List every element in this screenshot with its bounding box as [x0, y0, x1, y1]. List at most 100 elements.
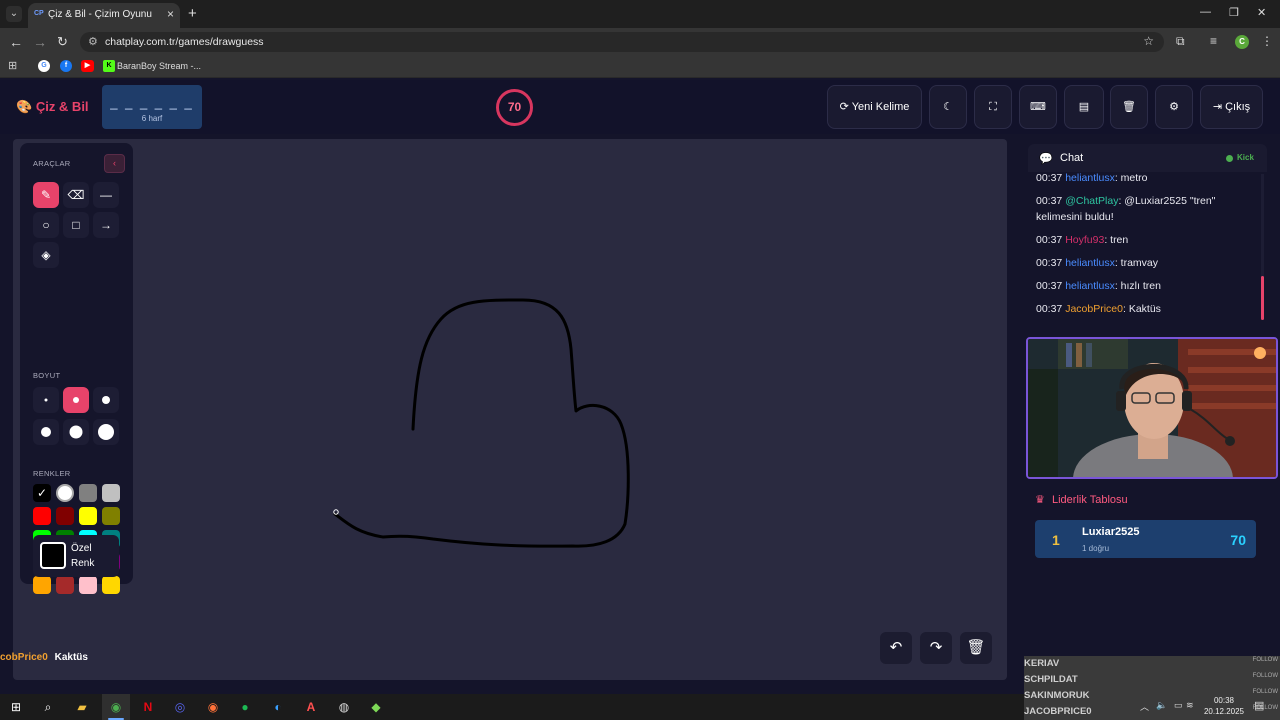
color-swatch[interactable] [102, 507, 120, 525]
size-2[interactable] [63, 387, 89, 413]
back-icon[interactable]: ← [9, 34, 23, 50]
close-tab-icon[interactable]: × [167, 7, 174, 21]
forward-icon[interactable]: → [33, 34, 47, 50]
network-icon[interactable]: ▭ [1174, 700, 1183, 711]
undo-button[interactable]: ↶ [880, 632, 912, 664]
archive-button[interactable]: ▤ [1064, 85, 1104, 129]
chat-scroll-thumb[interactable] [1261, 276, 1264, 320]
extensions-icon[interactable]: ⧉ [1176, 34, 1185, 49]
message-user[interactable]: JacobPrice0 [1065, 303, 1123, 315]
clear-canvas-button[interactable]: 🗑 [960, 632, 992, 664]
color-swatch[interactable] [102, 576, 120, 594]
tab-list-icon[interactable]: ⌄ [6, 6, 22, 22]
color-swatch[interactable] [33, 576, 51, 594]
message-user[interactable]: @ChatPlay [1065, 195, 1118, 207]
drawing-canvas[interactable] [13, 139, 1007, 680]
overlay-text: Kaktüs [54, 652, 88, 663]
message-user[interactable]: heliantlusx [1065, 172, 1115, 184]
kick-icon[interactable]: K [103, 60, 115, 72]
bookmark-star-icon[interactable]: ☆ [1143, 34, 1154, 48]
rank: 1 [1052, 532, 1060, 548]
minecraft-icon[interactable]: ◆ [368, 699, 384, 715]
message-text: : Kaktüs [1122, 303, 1161, 315]
new-tab-icon[interactable]: + [188, 5, 197, 22]
restore-icon[interactable]: ❐ [1229, 6, 1239, 19]
chat-header: 💬 Chat Kick [1028, 144, 1267, 172]
chrome-icon[interactable]: ◉ [108, 699, 124, 715]
message-user[interactable]: Hoyfu93 [1065, 234, 1104, 246]
color-swatch[interactable] [79, 576, 97, 594]
color-swatch[interactable] [79, 484, 97, 502]
facebook-icon[interactable]: f [60, 60, 72, 72]
google-icon[interactable]: G [38, 60, 50, 72]
custom-color-label: Özel Renk [71, 543, 95, 569]
custom-color-button[interactable]: Özel Renk [33, 535, 119, 577]
size-6[interactable] [93, 419, 119, 445]
pen-tool[interactable]: ✎ [33, 182, 59, 208]
file-explorer-icon[interactable]: ▰ [74, 699, 90, 715]
notification-icon[interactable]: ▤ [1254, 699, 1264, 712]
color-swatch[interactable]: ✓ [33, 484, 51, 502]
firefox-icon[interactable]: ◉ [205, 699, 221, 715]
color-swatch[interactable] [79, 507, 97, 525]
size-5[interactable] [63, 419, 89, 445]
edge-icon[interactable]: ◐ [270, 699, 286, 715]
tools-label: ARAÇLAR [33, 159, 71, 168]
follow-item: SCHPILDAT FOLLOW [1024, 672, 1280, 688]
message-user[interactable]: heliantlusx [1065, 257, 1115, 269]
volume-icon[interactable]: 🔈 [1156, 700, 1167, 711]
color-swatch[interactable] [56, 576, 74, 594]
expand-icon: ⛶ [989, 101, 997, 113]
tray-chevron-icon[interactable]: ︿ [1140, 700, 1149, 713]
clock[interactable]: 00:38 20.12.2025 [1196, 695, 1252, 717]
browser-tab[interactable]: CP Çiz & Bil - Çizim Oyunu × [28, 3, 180, 28]
line-tool[interactable]: — [93, 182, 119, 208]
size-4[interactable] [33, 419, 59, 445]
arrow-right-icon: → [100, 218, 112, 232]
adobe-icon[interactable]: A [303, 699, 319, 715]
profile-avatar[interactable]: C [1235, 35, 1249, 49]
color-swatch[interactable] [56, 484, 74, 502]
fullscreen-button[interactable]: ⛶ [974, 85, 1012, 129]
trash-button[interactable]: 🗑 [1110, 85, 1148, 129]
arrow-tool[interactable]: → [93, 212, 119, 238]
reload-icon[interactable]: ↻ [57, 34, 68, 50]
archive-icon: ▤ [1078, 101, 1090, 113]
netflix-icon[interactable]: N [140, 699, 156, 715]
size-dot [69, 425, 83, 439]
minimize-icon[interactable]: — [1200, 6, 1211, 18]
apps-grid-icon[interactable]: ⊞ [8, 59, 17, 72]
size-3[interactable] [93, 387, 119, 413]
menu-icon[interactable]: ⋮ [1261, 34, 1273, 48]
obs-icon[interactable]: ◍ [336, 699, 352, 715]
search-icon[interactable]: ⌕ [40, 699, 56, 715]
discord-icon[interactable]: ◎ [172, 699, 188, 715]
address-bar[interactable]: ⚙ chatplay.com.tr/games/drawguess ☆ [80, 32, 1164, 52]
logout-button[interactable]: ⇥ Çıkış [1200, 85, 1263, 129]
size-1[interactable] [33, 387, 59, 413]
windows-start-icon[interactable]: ⊞ [8, 699, 24, 715]
close-window-icon[interactable]: ✕ [1257, 6, 1266, 19]
spotify-icon[interactable]: ● [237, 699, 253, 715]
media-icon[interactable]: ≡ [1210, 34, 1217, 48]
bookmark-label[interactable]: BaranBoy Stream -... [117, 61, 201, 71]
message-user[interactable]: heliantlusx [1065, 280, 1115, 292]
color-swatch[interactable] [33, 507, 51, 525]
collapse-panel-button[interactable]: ‹ [104, 154, 125, 173]
site-info-icon[interactable]: ⚙ [88, 35, 98, 48]
color-swatch[interactable] [102, 484, 120, 502]
new-word-button[interactable]: ⟳ Yeni Kelime [827, 85, 922, 129]
youtube-icon[interactable]: ▶ [81, 60, 94, 72]
dark-mode-button[interactable]: ☾ [929, 85, 967, 129]
redo-button[interactable]: ↷ [920, 632, 952, 664]
drawing-stroke [333, 298, 630, 548]
keyboard-button[interactable]: ⌨ [1019, 85, 1057, 129]
settings-button[interactable]: ⚙ [1155, 85, 1193, 129]
eraser-tool[interactable]: ⌫ [63, 182, 89, 208]
color-swatch[interactable] [56, 507, 74, 525]
wifi-icon[interactable]: ≋ [1186, 700, 1194, 711]
fill-tool[interactable]: ◈ [33, 242, 59, 268]
rectangle-tool[interactable]: □ [63, 212, 89, 238]
circle-tool[interactable]: ○ [33, 212, 59, 238]
follower-name: SCHPILDAT [1024, 674, 1078, 685]
